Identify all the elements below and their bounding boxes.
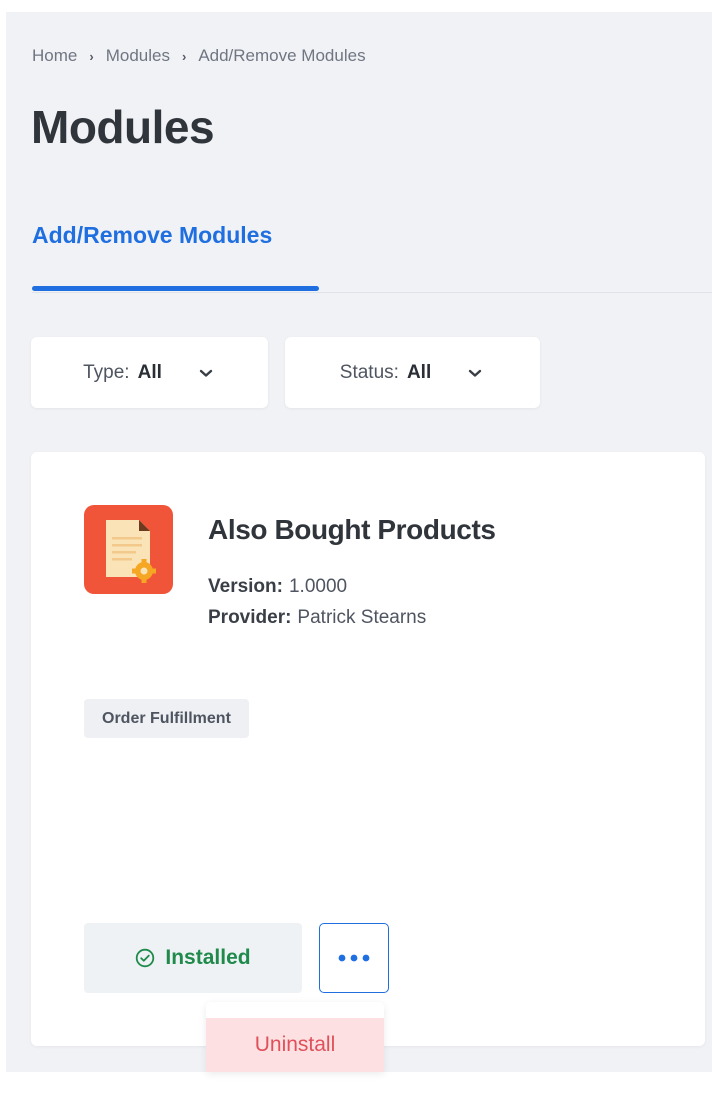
installed-status-label: Installed	[165, 946, 251, 969]
type-filter-value: All	[137, 361, 162, 383]
modules-page: Home › Modules › Add/Remove Modules Modu…	[6, 12, 712, 1100]
type-filter-dropdown[interactable]: Type: All	[31, 337, 268, 408]
page-title: Modules	[31, 101, 215, 153]
status-filter-dropdown[interactable]: Status: All	[285, 337, 540, 408]
version-label: Version:	[208, 576, 283, 597]
type-filter-label: Type:	[83, 361, 130, 383]
module-provider: Provider: Patrick Stearns	[208, 607, 426, 629]
breadcrumb-separator-icon: ›	[181, 48, 187, 64]
chevron-down-icon	[469, 369, 482, 377]
breadcrumb-item-modules[interactable]: Modules	[106, 46, 170, 66]
status-filter-value: All	[406, 361, 432, 383]
tab-add-remove-modules[interactable]: Add/Remove Modules	[32, 222, 272, 249]
breadcrumb: Home › Modules › Add/Remove Modules	[32, 46, 366, 66]
uninstall-menu-item[interactable]: Uninstall	[206, 1018, 384, 1072]
document-gear-icon	[84, 505, 173, 594]
check-circle-icon	[136, 948, 155, 968]
more-dots-icon	[338, 954, 370, 962]
installed-status-button[interactable]: Installed	[84, 923, 302, 993]
active-tab-indicator	[32, 286, 319, 291]
module-version: Version: 1.0000	[208, 576, 347, 598]
provider-value: Patrick Stearns	[297, 607, 427, 628]
more-options-menu: Uninstall	[206, 1002, 384, 1072]
tab-divider	[32, 292, 712, 293]
status-filter-label: Status:	[339, 361, 399, 383]
module-card: Also Bought Products Version: 1.0000 Prov…	[31, 452, 705, 1046]
breadcrumb-separator-icon: ›	[89, 48, 94, 64]
breadcrumb-item-current: Add/Remove Modules	[198, 46, 366, 65]
chevron-down-icon	[199, 369, 213, 377]
more-options-button[interactable]	[319, 923, 389, 993]
version-value: 1.0000	[288, 576, 348, 597]
provider-label: Provider:	[208, 607, 292, 628]
module-name: Also Bought Products	[208, 514, 496, 545]
next-module-card	[31, 1080, 705, 1100]
category-badge: Order Fulfillment	[84, 699, 249, 738]
breadcrumb-item-home[interactable]: Home	[32, 46, 77, 66]
